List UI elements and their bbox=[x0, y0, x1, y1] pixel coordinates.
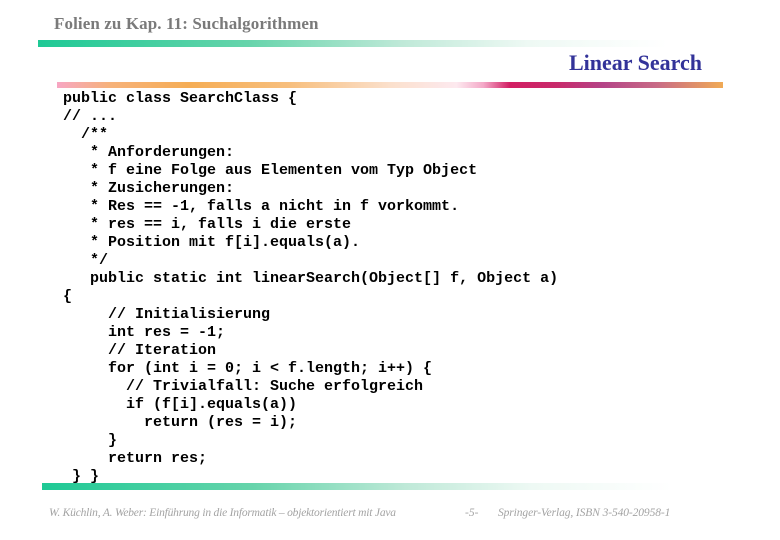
footer-divider-bar bbox=[42, 483, 742, 490]
title-divider-bar bbox=[57, 82, 723, 88]
footer-citation: W. Küchlin, A. Weber: Einführung in die … bbox=[49, 507, 396, 519]
code-line: * Position mit f[i].equals(a). bbox=[63, 234, 361, 251]
code-line: return (res = i); bbox=[63, 414, 298, 431]
code-line: * res == i, falls i die erste bbox=[63, 216, 352, 233]
page-number: -5- bbox=[465, 507, 479, 519]
code-line: /** bbox=[63, 126, 109, 143]
code-line: public static int linearSearch(Object[] … bbox=[63, 270, 559, 287]
slide-title: Linear Search bbox=[568, 50, 702, 75]
code-line: * Zusicherungen: bbox=[63, 180, 235, 197]
code-line: // Iteration bbox=[63, 342, 217, 359]
code-line: */ bbox=[63, 252, 109, 269]
code-line: for (int i = 0; i < f.length; i++) { bbox=[63, 360, 433, 377]
header-title: Folien zu Kap. 11: Suchalgorithmen bbox=[54, 14, 319, 33]
footer-publisher: Springer-Verlag, ISBN 3-540-20958-1 bbox=[498, 507, 671, 519]
code-line: // ... bbox=[63, 108, 118, 125]
code-line: return res; bbox=[63, 450, 208, 467]
code-block: public class SearchClass {// ... /** * A… bbox=[63, 90, 558, 486]
code-line: // Initialisierung bbox=[63, 306, 271, 323]
code-line: public class SearchClass { bbox=[63, 90, 298, 107]
code-line: int res = -1; bbox=[63, 324, 226, 341]
code-line: // Trivialfall: Suche erfolgreich bbox=[63, 378, 424, 395]
code-line: * f eine Folge aus Elementen vom Typ Obj… bbox=[63, 162, 478, 179]
slide: Folien zu Kap. 11: Suchalgorithmen Linea… bbox=[0, 0, 780, 540]
code-line: if (f[i].equals(a)) bbox=[63, 396, 298, 413]
code-line: * Res == -1, falls a nicht in f vorkommt… bbox=[63, 198, 460, 215]
header-divider-bar bbox=[38, 40, 738, 47]
code-line: } bbox=[63, 432, 118, 449]
code-line: { bbox=[63, 288, 73, 305]
code-line: * Anforderungen: bbox=[63, 144, 235, 161]
